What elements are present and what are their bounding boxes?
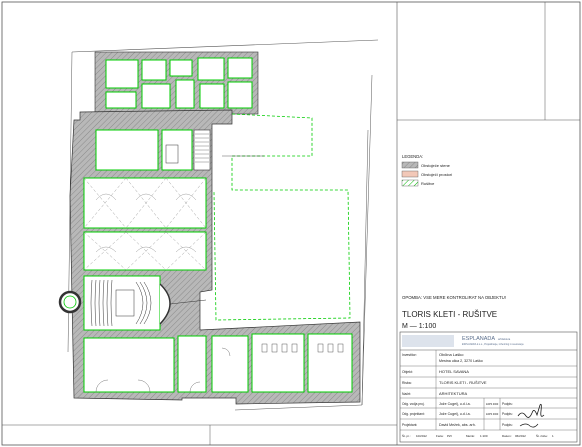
person-id-designer: ZAPS 0000 [486, 413, 499, 416]
person-role-designer: Odg. projektant: [402, 412, 425, 416]
person-role-projektant: Projektant: [402, 423, 417, 427]
row-label-object: Objekt: [402, 370, 413, 374]
row-label-drawing: Risba: [402, 381, 412, 385]
footer-label-phase: Faza: [436, 434, 444, 438]
vaulted-hall [83, 231, 207, 271]
row-label-investor: Investitor: [402, 353, 417, 357]
row-value-object: HOTEL SAVANA [439, 369, 469, 374]
annex-room [169, 59, 193, 77]
annex-room [197, 57, 225, 81]
footer-value-phase: PZI [447, 434, 452, 438]
person-id-lead: ZAPS 0000 [486, 403, 499, 406]
room [177, 335, 207, 393]
footer-label-scale: Merilo: [466, 434, 475, 438]
vaulted-hall [83, 177, 207, 229]
footer-label-sheet-no: Št. risbe: [536, 433, 548, 438]
person-sign-projektant: Podpis: [502, 423, 513, 427]
person-name-designer: Jože Cugelj, u.d.i.a. [439, 412, 471, 416]
row-value-investor: Občina Laško [439, 352, 464, 357]
annex-room [227, 57, 253, 79]
footer-value-scale: 1:100 [480, 434, 488, 438]
annex-room [105, 59, 139, 89]
footer-label-date: Datum: [502, 434, 512, 438]
footer-value-project-no: 10/2012 [416, 434, 427, 438]
title-block-frame [399, 331, 578, 443]
site-note: OPOMBA: VSE MERE KONTROLIRAT NA OBJEKTU! [402, 295, 506, 300]
row-label-plan: Načrt: [402, 392, 411, 396]
company-logo-mark [402, 335, 454, 347]
legend-title: LEGENDA: [402, 154, 423, 159]
sheet-scale: M — 1:100 [402, 323, 436, 330]
sheet-title: TLORIS KLETI - RUŠITVE [402, 310, 497, 319]
annex-room [199, 83, 225, 109]
drawing-sheet: LEGENDA: Obstoječe stene Obstoječi prost… [1, 1, 581, 446]
person-role-lead: Odg. vodja proj. [402, 402, 425, 406]
person-sign-designer: Podpis: [502, 412, 513, 416]
annex-room [141, 83, 171, 109]
annex-room [105, 91, 137, 109]
row-value-plan: ARHITEKTURA [439, 391, 468, 396]
title-block: ESPLANADA arhitektura ESPLANADA d.o.o., … [399, 331, 578, 443]
person-name-lead: Jože Cugelj, u.d.i.a. [439, 402, 471, 406]
annex-room [227, 81, 253, 109]
company-details: ESPLANADA d.o.o., Projektiranje, inženir… [462, 343, 524, 346]
room [95, 129, 159, 171]
person-name-projektant: David Mežek, abs. arh. [439, 423, 476, 427]
footer-value-date: 06/2012 [515, 434, 526, 438]
room [165, 144, 179, 164]
room [211, 335, 249, 393]
footer-label-project-no: Št. pr.: [402, 433, 411, 438]
row-value-drawing: TLORIS KLETI - RUŠITVE [439, 380, 487, 385]
legend-label-existing-walls: Obstoječe stene [421, 163, 451, 168]
annex-room [175, 79, 195, 109]
legend-swatch-existing-walls [401, 161, 419, 169]
annex-room [141, 59, 167, 81]
round-tower [58, 290, 82, 314]
person-sign-lead: Podpis: [502, 402, 513, 406]
room [251, 333, 305, 393]
legend-label-existing-rooms: Obstoječi prostori [421, 172, 452, 177]
legend-label-demolition: Rušitve [421, 181, 435, 186]
company-name: ESPLANADA [462, 336, 495, 342]
company-tagline: arhitektura [498, 337, 511, 341]
row-value-investor-address: Mestna ulica 2, 3270 Laško [439, 359, 483, 363]
legend-swatch-existing-rooms [401, 170, 419, 178]
room [307, 333, 353, 393]
legend-swatch-demolition [401, 179, 419, 187]
room [83, 337, 175, 393]
stair-landing [115, 289, 135, 317]
